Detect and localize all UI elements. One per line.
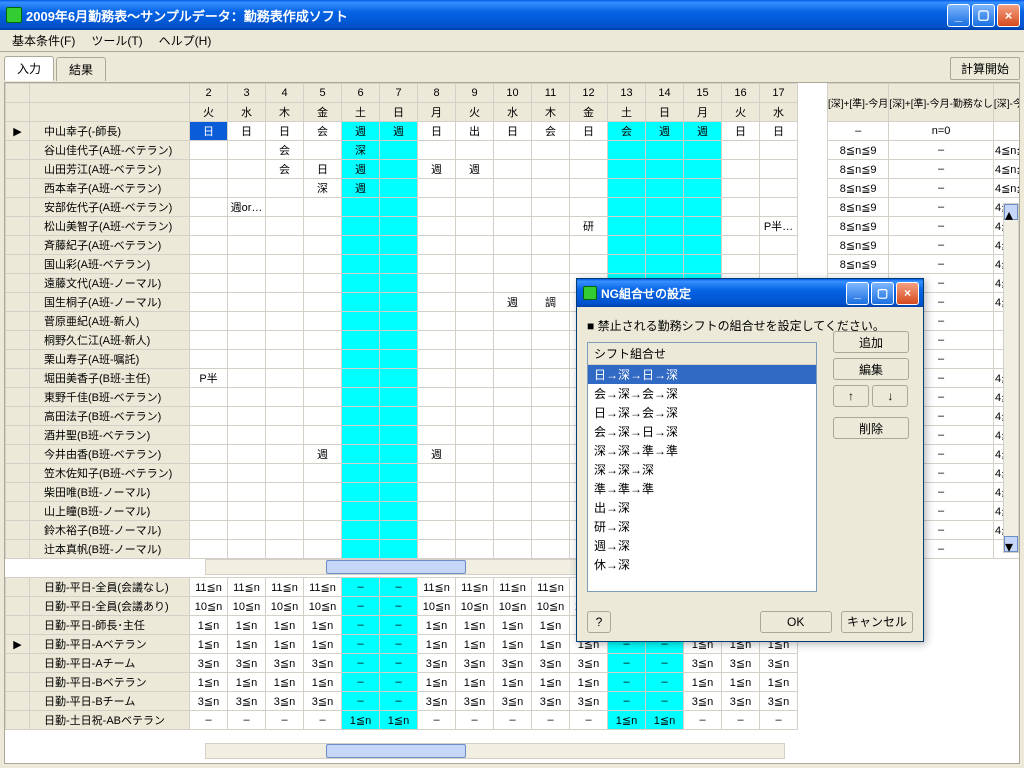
- table-row[interactable]: 8≦n≦9–4≦n≦5: [828, 255, 1020, 274]
- edit-button[interactable]: 編集: [833, 358, 909, 380]
- dialog-icon: [583, 286, 597, 300]
- table-row[interactable]: 8≦n≦9–4≦n≦5: [828, 198, 1020, 217]
- delete-button[interactable]: 削除: [833, 417, 909, 439]
- toolbar: 入力 結果 計算開始: [0, 52, 1024, 80]
- move-down-button[interactable]: ↓: [872, 385, 908, 407]
- cancel-button[interactable]: キャンセル: [841, 611, 913, 633]
- dialog-titlebar: NG組合せの設定 _ ▢ ×: [577, 279, 923, 307]
- tab-input[interactable]: 入力: [4, 56, 54, 81]
- table-row[interactable]: 日勤-平日-Bベテラン1≦n1≦n1≦n1≦n––1≦n1≦n1≦n1≦n1≦n…: [6, 673, 798, 692]
- table-row[interactable]: 日勤-土日祝-ABベテラン––––1≦n1≦n–––––1≦n1≦n–––: [6, 711, 798, 730]
- ok-button[interactable]: OK: [760, 611, 832, 633]
- menu-tools[interactable]: ツール(T): [83, 30, 150, 51]
- maximize-button[interactable]: ▢: [972, 4, 995, 27]
- move-up-button[interactable]: ↑: [833, 385, 869, 407]
- table-row[interactable]: 8≦n≦9–4≦n≦5: [828, 236, 1020, 255]
- bottom-grid-hscroll[interactable]: [205, 743, 785, 759]
- table-row[interactable]: 山田芳江(A班-ベテラン)会日週週週: [6, 160, 798, 179]
- window-title: 2009年6月勤務表～サンプルデータ：勤務表作成ソフト: [26, 6, 348, 25]
- list-item[interactable]: 会→深→日→深: [588, 422, 816, 441]
- calculate-button[interactable]: 計算開始: [950, 57, 1020, 80]
- shift-combination-list[interactable]: シフト組合せ 日→深→日→深会→深→会→深日→深→会→深会→深→日→深深→深→準…: [587, 342, 817, 592]
- table-row[interactable]: ▶中山幸子(-師長)日日日会週週日出日会日会週週日日: [6, 122, 798, 141]
- menubar: 基本条件(F) ツール(T) ヘルプ(H): [0, 30, 1024, 52]
- tab-result[interactable]: 結果: [56, 57, 106, 81]
- table-row[interactable]: 国山彩(A班-ベテラン): [6, 255, 798, 274]
- table-row[interactable]: 松山美智子(A班-ベテラン)研P半…: [6, 217, 798, 236]
- list-item[interactable]: 会→深→会→深: [588, 384, 816, 403]
- table-row[interactable]: 日勤-平日-Aチーム3≦n3≦n3≦n3≦n––3≦n3≦n3≦n3≦n3≦n–…: [6, 654, 798, 673]
- list-item[interactable]: 準→準→準: [588, 479, 816, 498]
- list-item[interactable]: 深→深→準→準: [588, 441, 816, 460]
- menu-basic[interactable]: 基本条件(F): [4, 30, 83, 51]
- help-button[interactable]: ?: [587, 611, 611, 633]
- table-row[interactable]: 8≦n≦9–4≦n≦5: [828, 217, 1020, 236]
- dialog-title: NG組合せの設定: [601, 285, 691, 302]
- list-item[interactable]: 出→深: [588, 498, 816, 517]
- table-row[interactable]: 安部佐代子(A班-ベテラン)週or…: [6, 198, 798, 217]
- table-row[interactable]: 斉藤紀子(A班-ベテラン): [6, 236, 798, 255]
- table-row[interactable]: 谷山佳代子(A班-ベテラン)会深: [6, 141, 798, 160]
- dialog-minimize-button[interactable]: _: [846, 282, 869, 305]
- ng-combination-dialog: NG組合せの設定 _ ▢ × ■ 禁止される勤務シフトの組合せを設定してください…: [576, 278, 924, 642]
- list-item[interactable]: 日→深→会→深: [588, 403, 816, 422]
- table-row[interactable]: 8≦n≦9–4≦n≦5: [828, 141, 1020, 160]
- dialog-close-button[interactable]: ×: [896, 282, 919, 305]
- list-header: シフト組合せ: [588, 343, 816, 365]
- list-item[interactable]: 日→深→日→深: [588, 365, 816, 384]
- list-item[interactable]: 研→深: [588, 517, 816, 536]
- add-button[interactable]: 追加: [833, 331, 909, 353]
- table-row[interactable]: 8≦n≦9–4≦n≦5: [828, 179, 1020, 198]
- list-item[interactable]: 週→深: [588, 536, 816, 555]
- table-row[interactable]: 8≦n≦9–4≦n≦5: [828, 160, 1020, 179]
- table-row[interactable]: 西本幸子(A班-ベテラン)深週: [6, 179, 798, 198]
- table-row[interactable]: –n=0: [828, 122, 1020, 141]
- dialog-maximize-button[interactable]: ▢: [871, 282, 894, 305]
- list-item[interactable]: 深→深→深: [588, 460, 816, 479]
- menu-help[interactable]: ヘルプ(H): [151, 30, 220, 51]
- window-titlebar: 2009年6月勤務表～サンプルデータ：勤務表作成ソフト _ ▢ ×: [0, 0, 1024, 30]
- right-grid-vscroll[interactable]: ▴▾: [1003, 203, 1019, 553]
- list-item[interactable]: 休→深: [588, 555, 816, 574]
- app-icon: [6, 7, 22, 23]
- close-button[interactable]: ×: [997, 4, 1020, 27]
- minimize-button[interactable]: _: [947, 4, 970, 27]
- table-row[interactable]: 日勤-平日-Bチーム3≦n3≦n3≦n3≦n––3≦n3≦n3≦n3≦n3≦n–…: [6, 692, 798, 711]
